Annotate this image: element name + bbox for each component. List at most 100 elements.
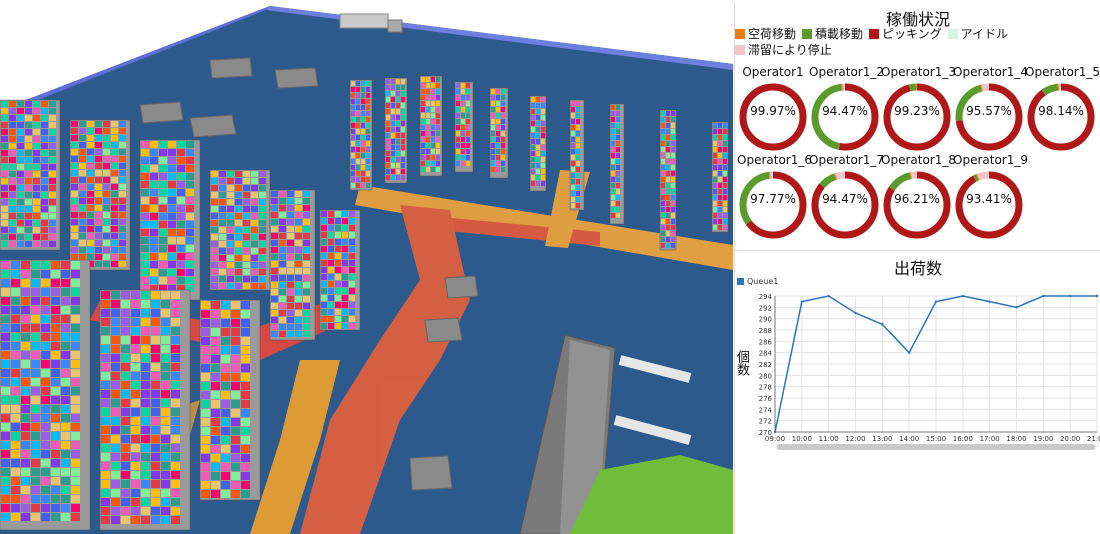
- legend-label: 空荷移動: [748, 27, 797, 41]
- y-tick-label: 272: [759, 418, 772, 426]
- data-point: [827, 294, 830, 298]
- y-tick-label: 276: [759, 395, 773, 403]
- operator-name: Operator1_4: [953, 65, 1028, 79]
- rack: [69, 119, 131, 271]
- legend-item: 空荷移動: [735, 26, 796, 42]
- rack: [0, 259, 91, 531]
- rack: [529, 95, 547, 192]
- operator-name: Operator1_8: [881, 153, 956, 167]
- legend-item: ピッキング: [869, 26, 942, 42]
- operator-donut: Operator1_3 99.23%: [881, 64, 956, 152]
- operator-name: Operator1_5: [1025, 65, 1100, 79]
- shipments-line-chart: 2702722742762782802822842862882902922940…: [759, 293, 1100, 443]
- rack: [659, 109, 677, 251]
- rack: [349, 79, 373, 191]
- data-point: [1095, 294, 1099, 298]
- data-point: [907, 351, 911, 354]
- operator-utilization-value: 93.41%: [966, 192, 1012, 206]
- operator-name: Operator1_7: [809, 153, 884, 167]
- x-tick-label: 19:00: [1033, 435, 1053, 443]
- rack: [139, 139, 201, 301]
- operator-utilization-value: 98.14%: [1038, 104, 1084, 118]
- x-tick-label: 15:00: [926, 435, 946, 443]
- operator-donut: Operator1_7 94.47%: [809, 152, 884, 240]
- data-point: [800, 300, 804, 303]
- operator-utilization-value: 95.57%: [966, 104, 1012, 118]
- x-tick-label: 18:00: [1006, 435, 1026, 443]
- y-tick-label: 290: [759, 316, 772, 324]
- operator-donut: Operator1_5 98.14%: [1025, 64, 1100, 152]
- x-tick-label: 14:00: [899, 435, 919, 443]
- rack: [0, 99, 61, 251]
- utilization-panel: 稼働状況 空荷移動 積載移動 ピッキング アイドル 滞留により停止 Operator1 9…: [734, 2, 1100, 251]
- x-tick-label: 21:00: [1087, 435, 1100, 443]
- rack: [199, 299, 261, 501]
- operator-name: Operator1_2: [809, 65, 884, 79]
- data-point: [988, 300, 991, 303]
- rack: [609, 103, 625, 225]
- x-tick-label: 09:00: [765, 435, 785, 443]
- legend-item: アイドル: [947, 26, 1009, 42]
- operator-donut: Operator1_6 97.77%: [737, 152, 812, 240]
- y-tick-label: 292: [759, 304, 772, 312]
- chart-scrollbar[interactable]: [775, 444, 1097, 450]
- y-tick-label: 284: [759, 350, 773, 358]
- y-tick-label: 282: [759, 361, 772, 369]
- rack: [454, 81, 474, 173]
- legend-label: アイドル: [960, 27, 1009, 41]
- x-tick-label: 12:00: [845, 435, 865, 443]
- legend-label: 積載移動: [815, 27, 864, 41]
- warehouse-floor: [0, 6, 733, 534]
- legend-swatch: [735, 29, 745, 39]
- x-tick-label: 10:00: [792, 435, 812, 443]
- operator-donut: Operator1_2 94.47%: [809, 64, 884, 152]
- operator-utilization-value: 94.47%: [822, 104, 868, 118]
- y-tick-label: 294: [759, 293, 773, 301]
- x-tick-label: 13:00: [872, 435, 892, 443]
- data-point: [881, 323, 884, 326]
- operator-name: Operator1_6: [737, 153, 812, 167]
- legend-label: ピッキング: [882, 27, 942, 41]
- operator-utilization-value: 99.23%: [894, 104, 940, 118]
- utilization-legend: 空荷移動 積載移動 ピッキング アイドル滞留により停止: [735, 26, 1075, 58]
- shipments-panel: 出荷数 Queue1 個数 270 272 274 276 278 280 282 284 28…: [734, 252, 1100, 534]
- y-tick-label: 278: [759, 384, 772, 392]
- rack: [711, 121, 729, 233]
- operator-donut: Operator1 99.97%: [737, 64, 809, 152]
- operator-utilization-value: 96.21%: [894, 192, 940, 206]
- legend-swatch: [802, 29, 813, 39]
- rack: [99, 289, 191, 531]
- operator-utilization-value: 97.77%: [750, 192, 796, 206]
- legend-swatch: [869, 29, 880, 39]
- chart-scrollbar-thumb[interactable]: [777, 444, 1095, 450]
- operator-donut: Operator1_8 96.21%: [881, 152, 956, 240]
- x-tick-label: 20:00: [1060, 435, 1080, 443]
- rack: [489, 87, 509, 179]
- operator-name: Operator1: [742, 65, 804, 79]
- data-point: [1015, 306, 1018, 309]
- warehouse-3d-view[interactable]: [0, 0, 733, 534]
- x-tick-label: 16:00: [953, 435, 973, 443]
- operator-donut: Operator1_4 95.57%: [953, 64, 1028, 152]
- data-point: [854, 311, 857, 315]
- legend-label: 滞留により停止: [748, 43, 832, 57]
- rack: [569, 99, 585, 211]
- rack: [384, 77, 408, 184]
- y-tick-label: 288: [759, 327, 772, 335]
- operator-donut: Operator1_9 93.41%: [953, 152, 1028, 240]
- rack: [419, 75, 443, 177]
- y-tick-label: 274: [759, 406, 773, 414]
- legend-item: 滞留により停止: [735, 42, 832, 58]
- legend-swatch: [947, 29, 958, 39]
- legend-item: 積載移動: [802, 26, 863, 42]
- data-point: [961, 294, 965, 298]
- rack: [269, 189, 316, 341]
- y-tick-label: 280: [759, 372, 772, 380]
- operator-utilization-value: 99.97%: [750, 104, 796, 118]
- rack: [319, 209, 361, 331]
- data-point: [1042, 294, 1045, 298]
- operator-utilization-value: 94.47%: [822, 192, 868, 206]
- x-tick-label: 17:00: [980, 435, 1000, 443]
- y-tick-label: 286: [759, 338, 773, 346]
- data-point: [773, 430, 777, 434]
